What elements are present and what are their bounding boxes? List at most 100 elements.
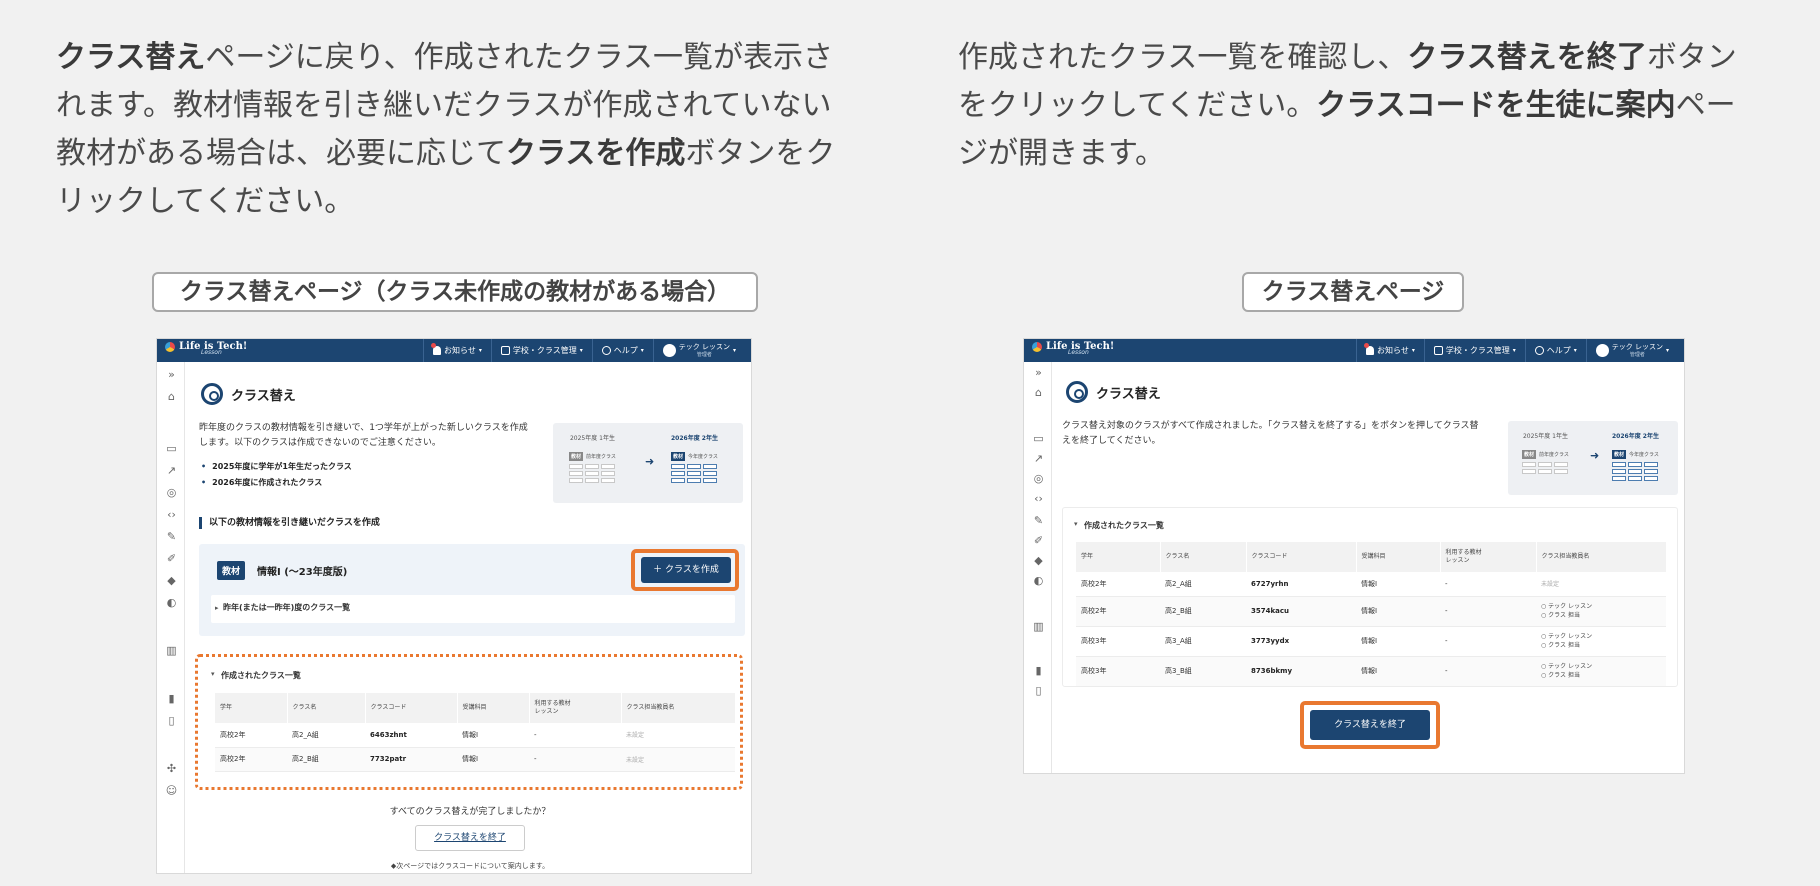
arrow-right-icon: ➜ xyxy=(645,455,655,468)
help-icon xyxy=(601,346,611,355)
chart-icon[interactable]: ▥ xyxy=(1032,620,1045,633)
nav-help[interactable]: ヘルプ ▾ xyxy=(591,339,653,362)
caption-left: クラス替えページ（クラス未作成の教材がある場合） xyxy=(152,272,758,312)
logo-sub: Lesson xyxy=(201,349,222,356)
palette-icon[interactable]: ◐ xyxy=(1032,574,1045,587)
chart-icon[interactable]: ▥ xyxy=(165,644,178,657)
caution-item: 2026年度に作成されたクラス xyxy=(201,475,352,491)
created-list-heading[interactable]: 作成されたクラス一覧 xyxy=(211,670,301,681)
next-page-note: ◆次ページではクラスコードについて案内します。 xyxy=(390,862,550,870)
python-icon[interactable]: ◆ xyxy=(1032,554,1045,567)
code-icon[interactable]: ‹› xyxy=(1032,492,1045,505)
created-list-heading[interactable]: 作成されたクラス一覧 xyxy=(1074,520,1164,531)
pen-icon[interactable]: ✎ xyxy=(1032,514,1045,527)
screenshot-right: Life is Tech! Lesson お知らせ ▾ 学校・クラス管理 ▾ ヘルプ… xyxy=(1023,338,1685,774)
sidebar: » ⌂ ▭ ↗ ◎ ‹› ✎ ✐ ◆ ◐ ▥ ▮ ▯ xyxy=(1024,362,1052,773)
caret-down-icon: ▾ xyxy=(478,347,482,354)
table-row: 高校2年 高2_A組 6727yrhn 情報Ⅰ - 未設定 xyxy=(1076,572,1666,597)
teacher-cell: テック レッスンクラス 担当 xyxy=(1536,656,1666,687)
table-header: 受講科目 xyxy=(1356,542,1441,572)
caution-list: 2025年度に学年が1年生だったクラス 2026年度に作成されたクラス xyxy=(201,459,352,491)
python-icon[interactable]: ◆ xyxy=(165,574,178,587)
avatar-icon xyxy=(1595,344,1609,357)
logo-mark-icon xyxy=(1032,342,1042,352)
file-icon[interactable]: ▯ xyxy=(165,714,178,727)
puzzle-icon[interactable]: ✣ xyxy=(165,762,178,775)
caret-down-icon: ▾ xyxy=(1411,347,1415,354)
table-header: クラス名 xyxy=(1160,542,1247,572)
trend-icon[interactable]: ↗ xyxy=(1032,452,1045,465)
terminal-icon[interactable]: ▭ xyxy=(165,442,178,455)
home-icon[interactable]: ⌂ xyxy=(1032,386,1045,399)
trend-icon[interactable]: ↗ xyxy=(165,464,178,477)
page-description: クラス替え対象のクラスがすべて作成されました。「クラス替えを終了する」をボタンを… xyxy=(1062,421,1479,446)
check-circle-icon[interactable]: ◎ xyxy=(165,486,178,499)
caret-down-icon: ▾ xyxy=(732,347,736,354)
nav-school[interactable]: 学校・クラス管理 ▾ xyxy=(1423,339,1525,362)
caret-down-icon: ▾ xyxy=(579,347,583,354)
check-circle-icon[interactable]: ◎ xyxy=(1032,472,1045,485)
instruction-left: クラス替えページに戻り、作成されたクラス一覧が表示されます。教材情報を引き継いだ… xyxy=(56,34,856,226)
arrow-right-icon: ➜ xyxy=(1590,449,1600,462)
book-icon[interactable]: ▮ xyxy=(165,692,178,705)
pen-icon[interactable]: ✎ xyxy=(165,530,178,543)
finish-class-change-button[interactable]: クラス替えを終了 xyxy=(415,825,525,851)
section-heading: 以下の教材情報を引き継いだクラスを作成 xyxy=(199,517,380,529)
create-class-button[interactable]: ＋ クラスを作成 xyxy=(641,557,731,583)
table-header: クラス名 xyxy=(287,693,366,723)
building-icon xyxy=(500,346,510,355)
instruction-text: 作成されたクラス一覧を確認し、 xyxy=(958,40,1408,75)
edit-icon[interactable]: ✐ xyxy=(165,552,178,565)
gear-icon xyxy=(201,383,223,405)
nav-school[interactable]: 学校・クラス管理 ▾ xyxy=(490,339,592,362)
caret-down-icon: ▾ xyxy=(1665,347,1669,354)
table-header: 受講科目 xyxy=(457,693,530,723)
prev-class-grid xyxy=(1522,462,1569,474)
instruction-bold-guide-code: クラスコードを生徒に案内 xyxy=(1316,88,1676,123)
next-class-grid xyxy=(671,464,718,483)
class-change-diagram: 2025年度 1年生 教材 前年度クラス ➜ 2026年度 2年生 教材 今年度クラ… xyxy=(1508,421,1678,495)
table-header: 学年 xyxy=(215,693,288,723)
created-class-table: 学年 クラス名 クラスコード 受講科目 利用する教材 レッスン クラス担当教員名… xyxy=(1076,542,1667,687)
caution-item: 2025年度に学年が1年生だったクラス xyxy=(201,459,352,475)
table-row: 高校3年高3_A組3773yydx情報Ⅰ-テック レッスンクラス 担当 xyxy=(1076,626,1666,657)
terminal-icon[interactable]: ▭ xyxy=(1032,432,1045,445)
expand-icon[interactable]: » xyxy=(1032,366,1045,379)
material-name: 情報Ⅰ (〜23年度版) xyxy=(257,567,348,578)
logo-sub: Lesson xyxy=(1068,349,1089,356)
file-icon[interactable]: ▯ xyxy=(1032,684,1045,697)
teacher-name: テック レッスン xyxy=(1541,602,1661,611)
caption-right: クラス替えページ xyxy=(1242,272,1464,312)
smile-icon[interactable]: ☺ xyxy=(165,784,178,797)
nav-notice[interactable]: お知らせ ▾ xyxy=(423,339,491,362)
expand-icon[interactable]: » xyxy=(165,368,178,381)
teacher-name: クラス 担当 xyxy=(1541,641,1661,650)
nav-user[interactable]: テック レッスン 管理者 ▾ xyxy=(1585,339,1678,362)
table-header: 学年 xyxy=(1076,542,1161,572)
nav-notice[interactable]: お知らせ ▾ xyxy=(1356,339,1424,362)
teacher-name: クラス 担当 xyxy=(1541,611,1661,620)
top-nav: お知らせ ▾ 学校・クラス管理 ▾ ヘルプ ▾ テック レッスン 管理者 ▾ xyxy=(423,339,745,362)
table-header: クラス担当教員名 xyxy=(621,693,736,723)
top-bar: Life is Tech! Lesson お知らせ ▾ 学校・クラス管理 ▾ ヘルプ… xyxy=(157,339,751,362)
nav-help[interactable]: ヘルプ ▾ xyxy=(1524,339,1586,362)
palette-icon[interactable]: ◐ xyxy=(165,596,178,609)
edit-icon[interactable]: ✐ xyxy=(1032,534,1045,547)
caret-down-icon: ▾ xyxy=(1573,347,1577,354)
bell-icon xyxy=(1364,343,1375,355)
page-header: クラス替え xyxy=(201,383,296,405)
screenshot-left: Life is Tech! Lesson お知らせ ▾ 学校・クラス管理 ▾ ヘルプ… xyxy=(156,338,752,874)
teacher-cell: テック レッスンクラス 担当 xyxy=(1536,596,1666,627)
page-title: クラス替え xyxy=(1096,386,1161,402)
table-header: 利用する教材 レッスン xyxy=(1440,542,1537,572)
home-icon[interactable]: ⌂ xyxy=(165,390,178,403)
help-icon xyxy=(1534,346,1544,355)
finish-class-change-button[interactable]: クラス替えを終了 xyxy=(1310,710,1430,740)
table-row: 高校2年高2_B組3574kacu情報Ⅰ-テック レッスンクラス 担当 xyxy=(1076,596,1666,627)
book-icon[interactable]: ▮ xyxy=(1032,664,1045,677)
prev-classes-accordion[interactable]: 昨年(または一昨年)度のクラス一覧 xyxy=(211,595,735,623)
page-header: クラス替え xyxy=(1066,381,1161,403)
code-icon[interactable]: ‹› xyxy=(165,508,178,521)
finish-question: すべてのクラス替えが完了しましたか？ xyxy=(389,807,551,817)
nav-user[interactable]: テック レッスン 管理者 ▾ xyxy=(652,339,745,362)
